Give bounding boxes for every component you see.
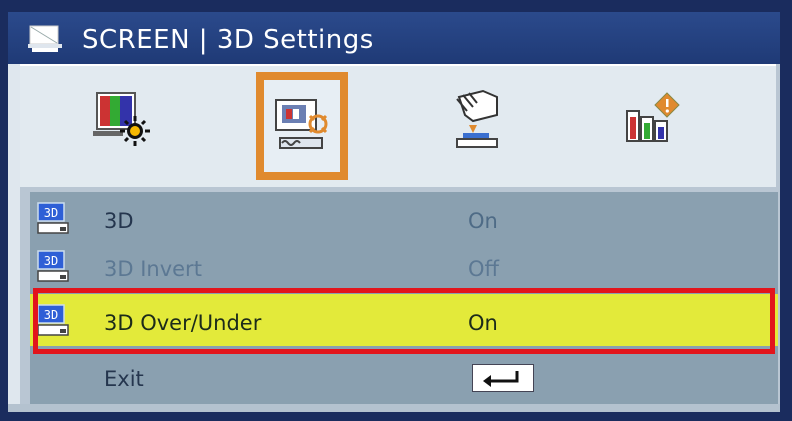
tab-strip xyxy=(20,64,776,187)
window-title: SCREEN | 3D Settings xyxy=(82,25,374,55)
menu-list: 3D 3D On 3D 3D Invert Off 3D 3D Over/Und… xyxy=(30,192,778,404)
menu-item-3d-over-under[interactable]: 3D 3D Over/Under On xyxy=(30,294,778,346)
menu-item-value[interactable]: Off xyxy=(468,240,499,292)
hand-setting-icon xyxy=(456,89,498,148)
tab-setting[interactable] xyxy=(430,74,520,164)
menu-item-label: 3D Over/Under xyxy=(104,311,262,335)
menu-item-3d-invert[interactable]: 3D 3D Invert Off xyxy=(30,240,778,292)
menu-item-value[interactable]: On xyxy=(468,294,498,346)
svg-text:3D: 3D xyxy=(44,254,58,268)
3d-icon: 3D xyxy=(37,202,69,234)
enter-icon[interactable] xyxy=(472,364,534,392)
bottom-rail xyxy=(8,404,780,412)
menu-item-exit[interactable]: Exit xyxy=(30,350,778,402)
menu-item-value[interactable]: On xyxy=(468,192,498,244)
menu-item-label: 3D xyxy=(104,209,134,233)
tab-picture[interactable] xyxy=(78,74,168,164)
tab-options[interactable] xyxy=(608,74,698,164)
menu-item-3d[interactable]: 3D 3D On xyxy=(30,192,778,244)
svg-text:3D: 3D xyxy=(44,308,58,322)
svg-text:3D: 3D xyxy=(44,206,58,220)
screen-icon xyxy=(28,25,62,52)
left-rail xyxy=(8,64,20,412)
screen-settings-icon xyxy=(275,99,328,149)
info-chart-icon xyxy=(626,92,680,142)
menu-item-label: Exit xyxy=(104,367,144,391)
tab-screen[interactable] xyxy=(256,72,348,180)
3d-icon: 3D xyxy=(37,250,69,282)
menu-item-label: 3D Invert xyxy=(104,257,202,281)
3d-icon: 3D xyxy=(37,304,69,336)
picture-color-icon xyxy=(93,92,150,146)
